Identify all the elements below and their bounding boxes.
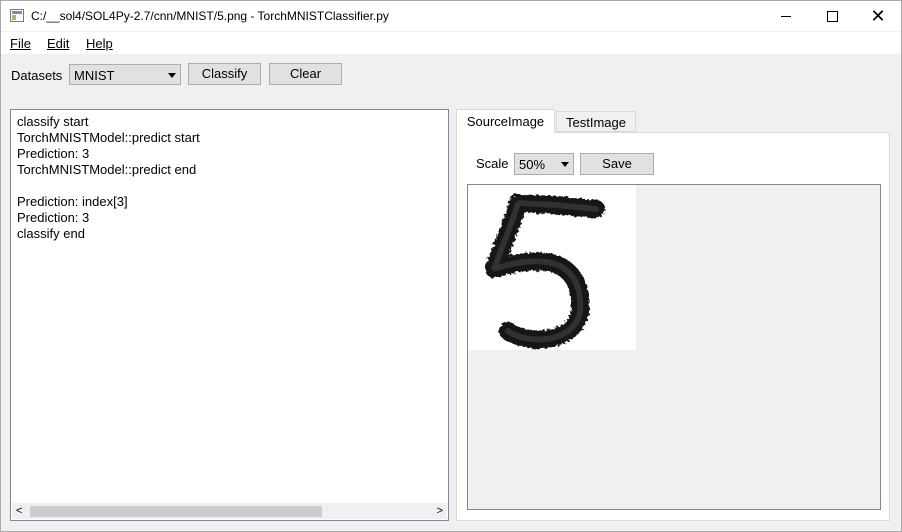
- tab-sourceimage[interactable]: SourceImage: [456, 109, 555, 133]
- scroll-right-icon[interactable]: >: [437, 505, 443, 517]
- chevron-down-icon: [561, 162, 569, 167]
- datasets-label: Datasets: [11, 68, 63, 83]
- main-window: C:/__sol4/SOL4Py-2.7/cnn/MNIST/5.png - T…: [0, 0, 902, 532]
- horizontal-scrollbar[interactable]: < >: [12, 503, 447, 519]
- menu-edit-label: Edit: [47, 36, 70, 51]
- menu-edit[interactable]: Edit: [47, 36, 69, 51]
- scroll-left-icon[interactable]: <: [16, 505, 22, 517]
- save-button[interactable]: Save: [580, 153, 654, 175]
- maximize-icon: [826, 10, 838, 22]
- tab-testimage[interactable]: TestImage: [556, 111, 636, 132]
- sourceimage-pane: Scale 50% Save: [456, 132, 890, 521]
- clear-button[interactable]: Clear: [269, 63, 342, 85]
- menu-help-label: Help: [86, 36, 113, 51]
- handwritten-digit-5-image: [468, 185, 636, 350]
- classify-button[interactable]: Classify: [188, 63, 261, 85]
- toolbar: Datasets MNIST Classify Clear: [1, 54, 901, 99]
- close-icon: ✕: [870, 6, 886, 26]
- image-view: [467, 184, 881, 510]
- chevron-down-icon: [168, 73, 176, 78]
- datasets-selected: MNIST: [74, 68, 115, 83]
- menu-file-label: File: [10, 36, 31, 51]
- title-bar: C:/__sol4/SOL4Py-2.7/cnn/MNIST/5.png - T…: [1, 1, 901, 31]
- scale-selected: 50%: [519, 157, 546, 172]
- log-text: classify start TorchMNISTModel::predict …: [17, 114, 200, 241]
- app-icon: [10, 9, 24, 22]
- maximize-button[interactable]: [809, 1, 855, 31]
- minimize-button[interactable]: [763, 1, 809, 31]
- datasets-combobox[interactable]: MNIST: [69, 64, 181, 85]
- window-title: C:/__sol4/SOL4Py-2.7/cnn/MNIST/5.png - T…: [31, 9, 389, 23]
- log-output[interactable]: classify start TorchMNISTModel::predict …: [10, 109, 449, 521]
- menu-file[interactable]: File: [10, 36, 31, 51]
- scale-combobox[interactable]: 50%: [514, 153, 574, 175]
- close-button[interactable]: ✕: [855, 1, 901, 31]
- scrollbar-thumb[interactable]: [30, 506, 322, 517]
- menu-bar: File Edit Help: [1, 32, 901, 54]
- menu-help[interactable]: Help: [86, 36, 113, 51]
- minimize-icon: [781, 15, 791, 17]
- scale-label: Scale: [476, 156, 509, 171]
